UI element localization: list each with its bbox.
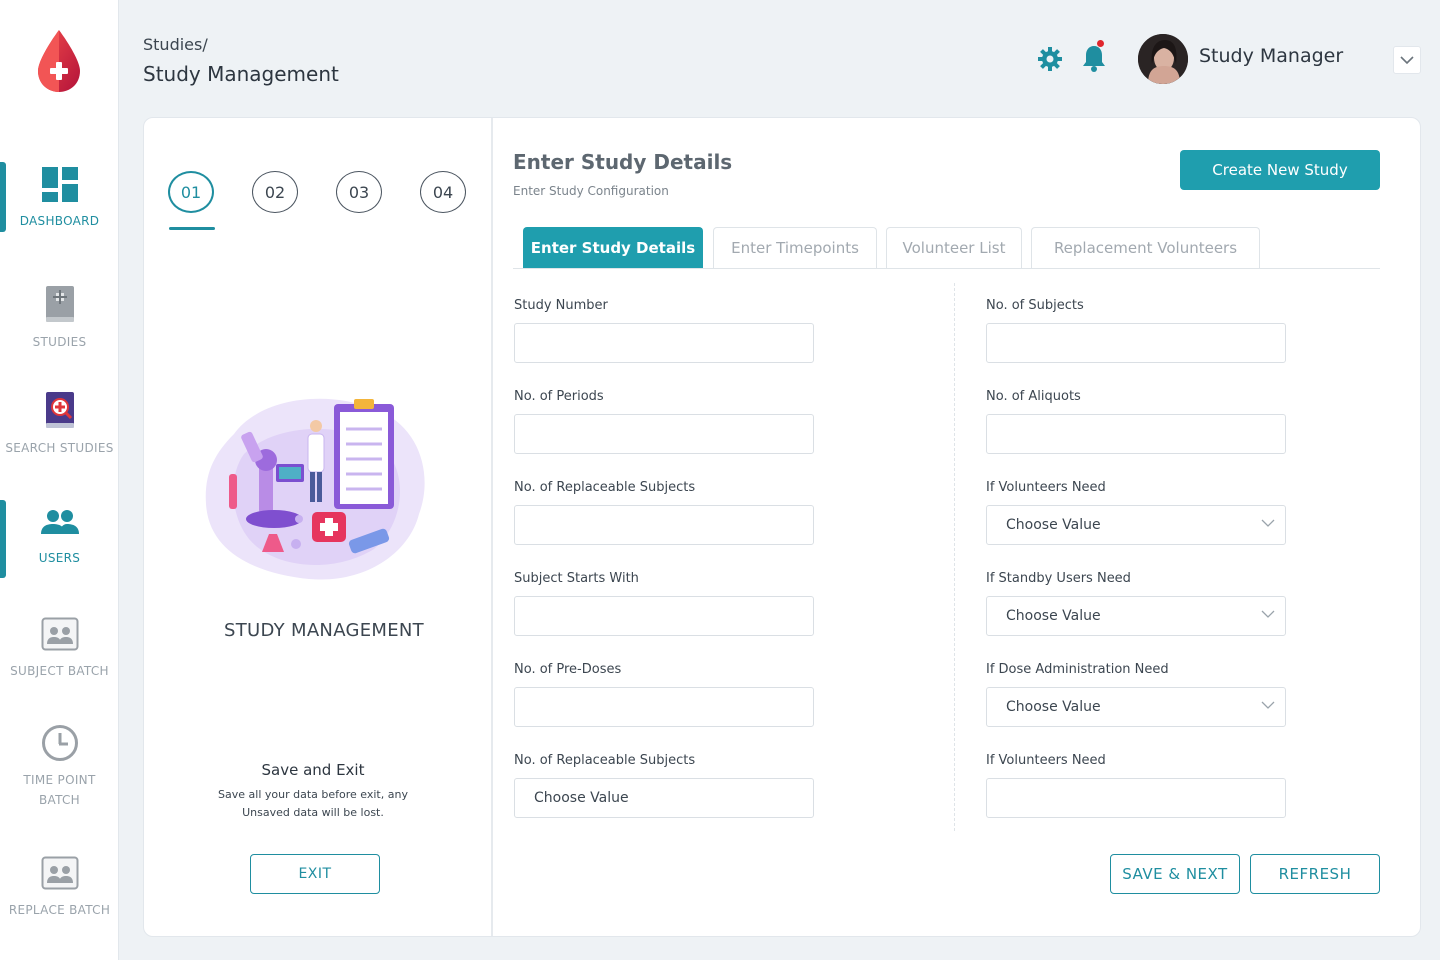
exit-button[interactable]: EXIT (250, 854, 380, 894)
tab-enter-study-details[interactable]: Enter Study Details (523, 227, 703, 268)
tabs-divider (513, 268, 1380, 269)
study-number-input[interactable] (514, 323, 814, 363)
breadcrumb[interactable]: Studies/ (143, 35, 208, 54)
chevron-down-icon (1261, 519, 1275, 527)
notification-dot (1097, 40, 1104, 47)
standby-users-need-select[interactable]: Choose Value (986, 596, 1286, 636)
create-new-study-button[interactable]: Create New Study (1180, 150, 1380, 190)
sidebar-item-label: STUDIES (32, 335, 87, 349)
subjects-input[interactable] (986, 323, 1286, 363)
bell-icon[interactable] (1081, 44, 1107, 72)
user-menu-dropdown[interactable] (1393, 46, 1421, 74)
sidebar-item-label: SUBJECT BATCH (10, 664, 109, 678)
replaceable-subjects-2-label: No. of Replaceable Subjects (514, 753, 696, 768)
pre-doses-label: No. of Pre-Doses (514, 662, 622, 677)
blood-drop-logo[interactable] (36, 28, 82, 94)
replaceable-subjects-input[interactable] (514, 505, 814, 545)
replace-batch-icon (41, 856, 78, 890)
subject-batch-icon (41, 617, 78, 651)
select-value: Choose Value (534, 790, 629, 806)
replaceable-subjects-label: No. of Replaceable Subjects (514, 480, 696, 495)
tab-enter-timepoints[interactable]: Enter Timepoints (713, 227, 877, 268)
search-book-icon (45, 392, 74, 428)
volunteers-need-2-input[interactable] (986, 778, 1286, 818)
periods-label: No. of Periods (514, 389, 604, 404)
select-value: Choose Value (1006, 517, 1101, 533)
form-subtitle: Enter Study Configuration (513, 184, 669, 198)
sidebar-item-label: DASHBOARD (19, 214, 100, 228)
sidebar-item-studies[interactable]: STUDIES (0, 284, 119, 352)
volunteers-need-label: If Volunteers Need (986, 480, 1106, 495)
study-card: 01 02 03 04 STUDY MANAGEMENT Save and Ex… (143, 117, 1421, 937)
sidebar-item-time-point-batch[interactable]: TIME POINT BATCH (0, 724, 119, 810)
aliquots-input[interactable] (986, 414, 1286, 454)
chevron-down-icon (1261, 610, 1275, 618)
dashboard-icon (41, 167, 78, 202)
illustration-title: STUDY MANAGEMENT (224, 620, 424, 641)
page-title: Study Management (143, 62, 339, 86)
step-01[interactable]: 01 (168, 171, 214, 213)
sidebar-item-subject-batch[interactable]: SUBJECT BATCH (0, 615, 119, 681)
save-next-button[interactable]: SAVE & NEXT (1110, 854, 1240, 894)
sidebar: DASHBOARD STUDIES SEARCH STUDIES USERS S… (0, 0, 119, 960)
dose-administration-need-label: If Dose Administration Need (986, 662, 1169, 677)
gear-icon[interactable] (1037, 46, 1063, 72)
lab-illustration (205, 398, 425, 580)
active-indicator (0, 500, 6, 578)
sidebar-item-search-studies[interactable]: SEARCH STUDIES (0, 390, 119, 458)
active-indicator (0, 162, 6, 232)
sidebar-item-label: USERS (38, 551, 81, 565)
subject-starts-with-label: Subject Starts With (514, 571, 639, 586)
pre-doses-input[interactable] (514, 687, 814, 727)
select-value: Choose Value (1006, 699, 1101, 715)
sidebar-item-label: REPLACE BATCH (8, 903, 111, 917)
volunteers-need-2-label: If Volunteers Need (986, 753, 1106, 768)
tab-replacement-volunteers[interactable]: Replacement Volunteers (1031, 227, 1260, 268)
subject-starts-with-input[interactable] (514, 596, 814, 636)
book-icon (45, 286, 74, 322)
aliquots-label: No. of Aliquots (986, 389, 1081, 404)
form-title: Enter Study Details (513, 150, 733, 174)
select-value: Choose Value (1006, 608, 1101, 624)
sidebar-item-users[interactable]: USERS (0, 500, 119, 578)
subjects-label: No. of Subjects (986, 298, 1084, 313)
sidebar-item-label: TIME POINT BATCH (23, 773, 96, 807)
sidebar-item-dashboard[interactable]: DASHBOARD (0, 162, 119, 232)
sidebar-item-replace-batch[interactable]: REPLACE BATCH (0, 854, 119, 920)
chevron-down-icon (1400, 55, 1414, 64)
dose-administration-need-select[interactable]: Choose Value (986, 687, 1286, 727)
standby-users-need-label: If Standby Users Need (986, 571, 1131, 586)
step-03[interactable]: 03 (336, 171, 382, 213)
sidebar-item-label: SEARCH STUDIES (5, 441, 114, 455)
step-active-underline (169, 227, 215, 230)
refresh-button[interactable]: REFRESH (1250, 854, 1380, 894)
periods-input[interactable] (514, 414, 814, 454)
panel-divider (492, 118, 493, 936)
wizard-panel: 01 02 03 04 STUDY MANAGEMENT Save and Ex… (144, 118, 492, 936)
save-exit-title: Save and Exit (261, 761, 365, 779)
save-exit-description: Save all your data before exit, any Unsa… (218, 788, 408, 819)
column-divider (954, 283, 955, 831)
chevron-down-icon (1261, 701, 1275, 709)
step-02[interactable]: 02 (252, 171, 298, 213)
volunteers-need-select[interactable]: Choose Value (986, 505, 1286, 545)
clock-icon (41, 725, 78, 761)
step-04[interactable]: 04 (420, 171, 466, 213)
tab-volunteer-list[interactable]: Volunteer List (886, 227, 1022, 268)
replaceable-subjects-2-select[interactable]: Choose Value (514, 778, 814, 818)
user-name: Study Manager (1199, 45, 1344, 67)
avatar-photo (1138, 34, 1188, 84)
study-number-label: Study Number (514, 298, 608, 313)
avatar[interactable] (1138, 34, 1188, 84)
users-icon (40, 510, 79, 534)
